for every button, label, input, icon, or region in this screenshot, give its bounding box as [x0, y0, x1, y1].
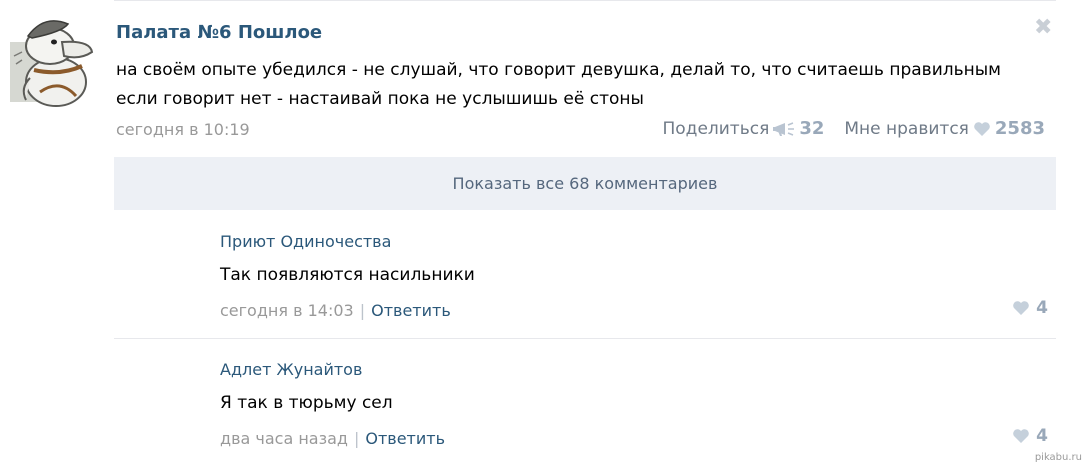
watermark: pikabu.ru [1034, 452, 1082, 463]
post-text: на своём опыте убедился - не слушай, что… [116, 56, 1001, 114]
comment-text: Так появляются насильники [220, 265, 475, 285]
share-count: 32 [799, 118, 825, 139]
like-button-label[interactable]: Мне нравится [844, 119, 969, 139]
comment-like-count: 4 [1036, 426, 1048, 446]
group-avatar[interactable] [10, 12, 96, 108]
comment-text: Я так в тюрьму сел [220, 393, 393, 413]
heart-icon [1013, 301, 1029, 315]
heart-icon [1013, 429, 1029, 443]
megaphone-icon[interactable] [773, 121, 795, 137]
comment-like-button[interactable]: 4 [1012, 298, 1048, 318]
comment-divider [114, 338, 1056, 339]
meta-separator: | [353, 429, 360, 448]
comment-like-count: 4 [1036, 298, 1048, 318]
post-text-line-1: на своём опыте убедился - не слушай, что… [116, 60, 1001, 80]
share-button-label[interactable]: Поделиться [663, 119, 770, 139]
close-icon[interactable]: ✖ [1034, 17, 1052, 39]
reply-button[interactable]: Ответить [365, 429, 445, 448]
top-divider [114, 0, 1056, 1]
show-all-comments-button[interactable]: Показать все 68 комментариев [114, 157, 1056, 210]
comment-meta: два часа назад | Ответить [220, 429, 445, 448]
like-count: 2583 [994, 118, 1045, 139]
penguin-avatar-icon [10, 12, 96, 108]
post-text-line-2: если говорит нет - настаивай пока не усл… [116, 89, 644, 109]
comment-item: Адлет Жунайтов Я так в тюрьму сел два ча… [220, 360, 445, 448]
comment-time[interactable]: сегодня в 14:03 [220, 301, 354, 320]
post-date[interactable]: сегодня в 10:19 [116, 120, 250, 139]
meta-separator: | [359, 301, 366, 320]
comment-like-button[interactable]: 4 [1012, 426, 1048, 446]
reply-button[interactable]: Ответить [371, 301, 451, 320]
comment-time[interactable]: два часа назад [220, 429, 348, 448]
heart-icon[interactable] [973, 121, 991, 137]
comment-item: Приют Одиночества Так появляются насильн… [220, 232, 475, 320]
comment-author-link[interactable]: Адлет Жунайтов [220, 360, 445, 379]
comment-meta: сегодня в 14:03 | Ответить [220, 301, 475, 320]
comment-author-link[interactable]: Приют Одиночества [220, 232, 475, 251]
group-name-link[interactable]: Палата №6 Пошлое [116, 22, 322, 43]
post-actions: Поделиться 32 Мне нравится 2583 [663, 118, 1046, 139]
